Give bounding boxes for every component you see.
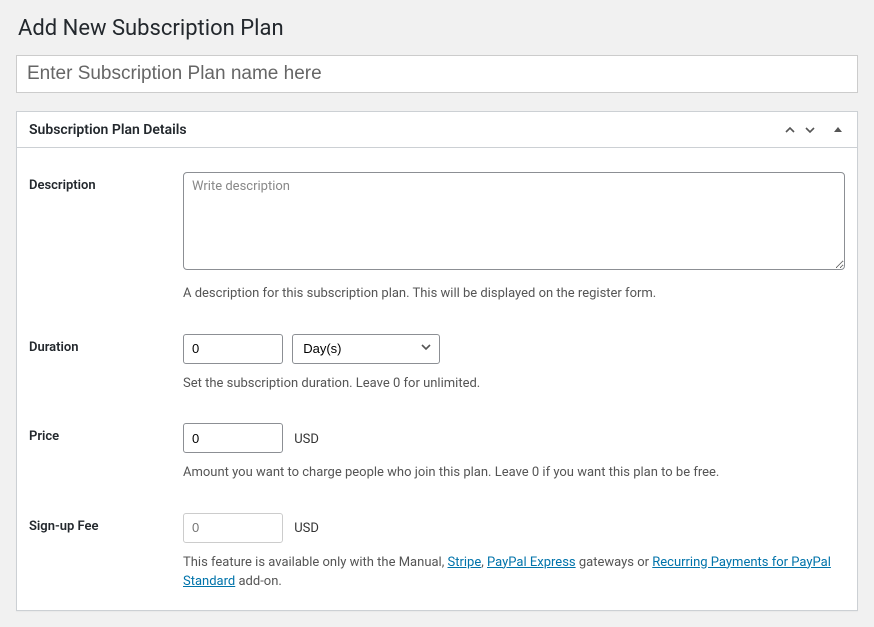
collapse-toggle-icon[interactable] xyxy=(831,123,845,137)
subscription-details-panel: Subscription Plan Details Description A … xyxy=(16,111,858,611)
page-title: Add New Subscription Plan xyxy=(18,16,858,41)
plan-name-input[interactable] xyxy=(16,55,858,93)
price-input[interactable] xyxy=(183,423,283,453)
duration-input[interactable] xyxy=(183,334,283,364)
panel-actions xyxy=(783,123,845,137)
price-currency: USD xyxy=(294,432,319,447)
description-help: A description for this subscription plan… xyxy=(183,284,845,304)
field-signup-fee: Sign-up Fee USD This feature is availabl… xyxy=(29,501,845,598)
price-label: Price xyxy=(29,423,183,444)
panel-title: Subscription Plan Details xyxy=(29,122,187,138)
field-price: Price USD Amount you want to charge peop… xyxy=(29,411,845,501)
description-textarea[interactable] xyxy=(183,172,845,270)
duration-label: Duration xyxy=(29,334,183,355)
description-label: Description xyxy=(29,172,183,193)
signup-help-text: This feature is available only with the … xyxy=(183,555,448,570)
signup-fee-currency: USD xyxy=(294,521,319,536)
stripe-link[interactable]: Stripe xyxy=(448,555,482,570)
field-description: Description A description for this subsc… xyxy=(29,160,845,322)
signup-fee-input xyxy=(183,513,283,543)
duration-help: Set the subscription duration. Leave 0 f… xyxy=(183,374,845,394)
signup-fee-help: This feature is available only with the … xyxy=(183,553,845,592)
move-down-icon[interactable] xyxy=(803,123,817,137)
price-help: Amount you want to charge people who joi… xyxy=(183,463,845,483)
panel-body: Description A description for this subsc… xyxy=(17,148,857,610)
paypal-express-link[interactable]: PayPal Express xyxy=(487,555,576,570)
signup-help-text: gateways or xyxy=(576,555,653,570)
duration-unit-select[interactable]: Day(s) xyxy=(292,334,440,364)
signup-fee-label: Sign-up Fee xyxy=(29,513,183,534)
panel-header: Subscription Plan Details xyxy=(17,112,857,148)
field-duration: Duration Day(s) Set the subscription dur… xyxy=(29,322,845,412)
move-up-icon[interactable] xyxy=(783,123,797,137)
